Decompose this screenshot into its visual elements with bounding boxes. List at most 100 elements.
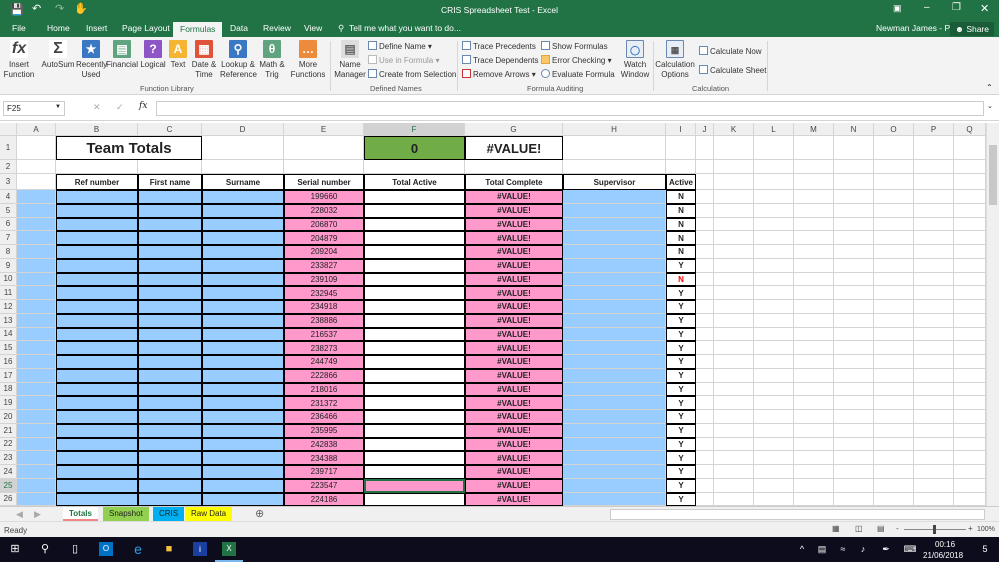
cell[interactable] xyxy=(138,396,202,410)
cell[interactable] xyxy=(56,258,138,273)
cell[interactable] xyxy=(138,410,202,424)
cell[interactable] xyxy=(696,190,714,204)
cell[interactable] xyxy=(954,327,986,342)
cell[interactable] xyxy=(834,478,874,493)
cell[interactable] xyxy=(17,327,56,342)
cell[interactable] xyxy=(202,313,284,328)
cell[interactable] xyxy=(794,258,834,273)
row-header-11[interactable]: 11 xyxy=(0,286,17,300)
page-layout-view-icon[interactable]: ◫ xyxy=(855,524,863,533)
serial-number-cell[interactable]: 209204 xyxy=(284,245,364,259)
cell[interactable] xyxy=(714,396,754,410)
cell[interactable] xyxy=(914,478,954,493)
cell[interactable] xyxy=(794,368,834,383)
row-header-24[interactable]: 24 xyxy=(0,465,17,479)
cell[interactable] xyxy=(138,465,202,479)
row-header-1[interactable]: 1 xyxy=(0,136,17,160)
calculate-sheet-button[interactable]: Calculate Sheet xyxy=(699,65,766,75)
active-cell[interactable]: N xyxy=(666,217,696,232)
cell[interactable] xyxy=(754,368,794,383)
cell[interactable] xyxy=(563,451,666,465)
cell[interactable] xyxy=(954,300,986,314)
clock-date[interactable]: 21/06/2018 xyxy=(923,551,963,560)
serial-number-cell[interactable]: 199660 xyxy=(284,190,364,204)
name-box[interactable]: F25 ▼ xyxy=(3,101,65,116)
column-header-I[interactable]: I xyxy=(666,123,696,136)
total-active-value[interactable]: 0 xyxy=(364,136,465,160)
cell[interactable] xyxy=(17,217,56,232)
column-header-F[interactable]: F xyxy=(364,123,465,136)
cell[interactable] xyxy=(794,160,834,174)
math-button[interactable]: θ Math & Trig xyxy=(258,40,286,80)
cell[interactable] xyxy=(714,465,754,479)
cell[interactable] xyxy=(202,272,284,287)
cell[interactable] xyxy=(954,174,986,190)
cell[interactable] xyxy=(17,203,56,218)
cell[interactable] xyxy=(714,203,754,218)
show-hidden-icons[interactable]: ^ xyxy=(795,542,809,556)
calculate-now-button[interactable]: Calculate Now xyxy=(699,46,762,56)
ribbon-display-icon[interactable]: ▣ xyxy=(893,3,902,14)
cell[interactable] xyxy=(138,286,202,300)
cell[interactable] xyxy=(754,160,794,174)
total-active-cell[interactable] xyxy=(364,382,465,397)
cell[interactable] xyxy=(794,465,834,479)
column-header-L[interactable]: L xyxy=(754,123,794,136)
cell[interactable] xyxy=(56,368,138,383)
cell[interactable] xyxy=(834,231,874,245)
cell[interactable] xyxy=(954,382,986,397)
cell[interactable] xyxy=(696,313,714,328)
worksheet-grid[interactable]: A B C D E F G H I J K L M N O P Q 1 0 #VALUE! Team Totals 2 3 R… xyxy=(0,123,986,506)
wifi-icon[interactable]: ≈ xyxy=(836,542,850,556)
cell[interactable] xyxy=(914,492,954,506)
row-header-10[interactable]: 10 xyxy=(0,272,17,287)
cell[interactable] xyxy=(17,465,56,479)
error-checking-button[interactable]: Error Checking ▾ xyxy=(541,55,612,65)
total-complete-cell[interactable]: #VALUE! xyxy=(465,231,563,245)
cell[interactable] xyxy=(696,217,714,232)
network-icon[interactable]: ▤ xyxy=(815,542,829,556)
active-cell[interactable]: Y xyxy=(666,368,696,383)
cell[interactable] xyxy=(754,190,794,204)
total-complete-cell[interactable]: #VALUE! xyxy=(465,286,563,300)
cell[interactable] xyxy=(56,478,138,493)
cell[interactable] xyxy=(666,136,696,160)
column-header-B[interactable]: B xyxy=(56,123,138,136)
cell[interactable] xyxy=(834,258,874,273)
total-active-cell[interactable] xyxy=(364,258,465,273)
cell[interactable] xyxy=(794,382,834,397)
sheet-tab-snapshot[interactable]: Snapshot xyxy=(103,507,149,521)
cell[interactable] xyxy=(714,410,754,424)
cell[interactable] xyxy=(954,355,986,369)
outlook-icon[interactable]: O xyxy=(99,542,113,556)
remove-arrows-button[interactable]: Remove Arrows ▾ xyxy=(462,69,536,79)
total-active-cell[interactable] xyxy=(364,451,465,465)
cell[interactable] xyxy=(914,396,954,410)
cell[interactable] xyxy=(138,355,202,369)
cell[interactable] xyxy=(138,245,202,259)
cell[interactable] xyxy=(56,437,138,452)
cell[interactable] xyxy=(17,396,56,410)
row-header-5[interactable]: 5 xyxy=(0,203,17,218)
cell[interactable] xyxy=(666,160,696,174)
column-header-D[interactable]: D xyxy=(202,123,284,136)
cell[interactable] xyxy=(874,190,914,204)
active-cell[interactable]: Y xyxy=(666,437,696,452)
cell[interactable] xyxy=(202,327,284,342)
row-header-8[interactable]: 8 xyxy=(0,245,17,259)
cell[interactable] xyxy=(754,437,794,452)
cell[interactable] xyxy=(202,136,284,160)
cell[interactable] xyxy=(794,341,834,355)
row-header-7[interactable]: 7 xyxy=(0,231,17,245)
cell[interactable] xyxy=(754,286,794,300)
cell[interactable] xyxy=(914,160,954,174)
cell[interactable] xyxy=(202,286,284,300)
cell[interactable] xyxy=(17,355,56,369)
cell[interactable] xyxy=(874,382,914,397)
cell[interactable] xyxy=(138,190,202,204)
cell[interactable] xyxy=(563,355,666,369)
cell[interactable] xyxy=(754,136,794,160)
formula-input[interactable] xyxy=(156,101,984,116)
serial-number-cell[interactable]: 228032 xyxy=(284,203,364,218)
cell[interactable] xyxy=(17,272,56,287)
